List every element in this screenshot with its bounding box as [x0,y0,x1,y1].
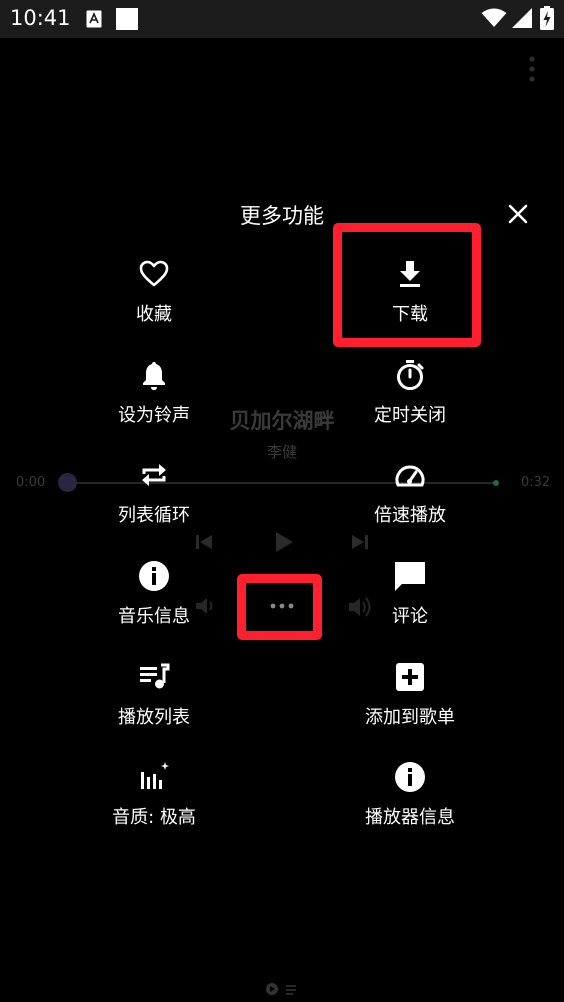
accessibility-notification-icon [86,10,102,28]
more-options-highlight-box [237,574,322,640]
speedometer-icon [395,465,425,487]
wifi-icon [481,8,507,27]
close-icon[interactable] [505,201,531,227]
audio-quality-label: 音质: 极高 [112,807,196,828]
sleep-timer-button[interactable]: 定时关闭 [310,359,510,439]
bell-icon [143,362,165,390]
repeat-mode-button[interactable]: 列表循环 [54,459,254,539]
add-box-icon [396,663,424,691]
info-icon [139,561,169,591]
favorite-label: 收藏 [136,304,172,325]
music-info-button[interactable]: 音乐信息 [54,560,254,640]
comment-icon [395,562,425,591]
time-total: 0:32 [521,475,551,490]
playback-speed-button[interactable]: 倍速播放 [310,459,510,539]
equalizer-icon [141,762,169,789]
playlist-label: 播放列表 [118,707,190,728]
repeat-icon [142,464,166,486]
favorite-button[interactable]: 收藏 [54,258,254,338]
comment-label: 评论 [392,606,428,627]
music-info-label: 音乐信息 [118,606,190,627]
download-highlight-box [333,223,481,347]
status-time: 10:41 [10,6,71,30]
bottom-mini-controls-icon [266,983,296,995]
set-ringtone-label: 设为铃声 [118,405,190,426]
playlist-button[interactable]: 播放列表 [54,661,254,741]
playlist-icon [140,663,170,689]
set-ringtone-button[interactable]: 设为铃声 [54,359,254,439]
time-current: 0:00 [16,475,46,490]
sleep-timer-label: 定时关闭 [374,405,446,426]
notification-square-icon [116,8,138,30]
info-icon [395,762,425,792]
player-info-button[interactable]: 播放器信息 [310,761,510,841]
player-info-label: 播放器信息 [365,807,455,828]
overflow-menu-icon[interactable] [524,55,540,85]
repeat-mode-label: 列表循环 [118,505,190,526]
status-bar: 10:41 [0,0,564,38]
play-icon[interactable] [273,530,295,554]
playback-speed-label: 倍速播放 [374,505,446,526]
cellular-signal-icon [512,8,532,28]
audio-quality-button[interactable]: 音质: 极高 [54,761,254,841]
heart-outline-icon [139,260,169,287]
timer-icon [397,360,424,390]
add-to-songlist-label: 添加到歌单 [365,707,455,728]
comment-button[interactable]: 评论 [310,560,510,640]
battery-charging-icon [540,6,554,30]
add-to-songlist-button[interactable]: 添加到歌单 [310,661,510,741]
